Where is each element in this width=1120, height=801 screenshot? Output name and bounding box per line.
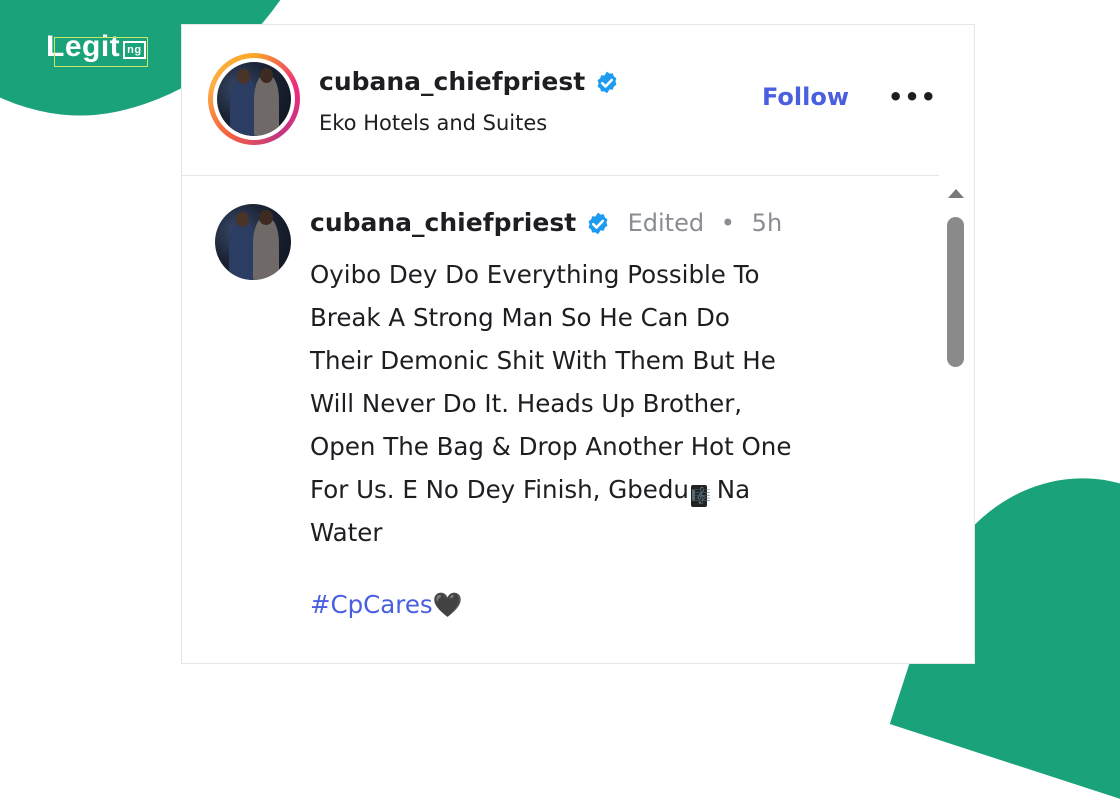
scroll-up-arrow-icon[interactable] <box>948 189 964 198</box>
comment-header: cubana_chiefpriest Edited • 5h <box>310 208 782 237</box>
verified-badge-icon <box>588 212 608 235</box>
caption-line: Open The Bag & Drop Another Hot One <box>310 432 792 461</box>
black-heart-emoji: 🖤 <box>432 591 463 619</box>
caption-line: Break A Strong Man So He Can Do <box>310 303 730 332</box>
comment-avatar[interactable] <box>215 204 291 280</box>
logo-tld: ng <box>123 41 146 59</box>
caption-line-text: For Us. E No Dey Finish, Gbedu <box>310 475 689 504</box>
comment-username[interactable]: cubana_chiefpriest <box>310 208 576 237</box>
caption-text: Oyibo Dey Do Everything Possible To Brea… <box>310 253 910 554</box>
avatar[interactable] <box>217 62 291 136</box>
instagram-post-card: cubana_chiefpriest Eko Hotels and Suites… <box>181 24 975 664</box>
post-username-text: cubana_chiefpriest <box>319 67 586 96</box>
hashtag-text: #CpCares <box>310 590 433 619</box>
hashtag-link[interactable]: #CpCares🖤 <box>310 590 463 619</box>
scrollbar[interactable] <box>944 185 966 665</box>
caption-line: Oyibo Dey Do Everything Possible To <box>310 260 760 289</box>
caption-line: For Us. E No Dey Finish, Gbedu 🎼 Na <box>310 475 751 507</box>
edited-label: Edited <box>627 209 705 237</box>
scroll-thumb[interactable] <box>947 217 964 367</box>
music-score-emoji: 🎼 <box>690 485 711 507</box>
caption-line: Will Never Do It. Heads Up Brother, <box>310 389 743 418</box>
caption-comment: cubana_chiefpriest Edited • 5h Oyibo Dey… <box>182 176 939 666</box>
more-options-icon[interactable]: ••• <box>888 83 937 111</box>
verified-badge-icon <box>597 71 617 94</box>
post-username[interactable]: cubana_chiefpriest <box>319 67 620 96</box>
caption-line: Their Demonic Shit With Them But He <box>310 346 776 375</box>
follow-button[interactable]: Follow <box>762 83 849 111</box>
meta-separator: • <box>720 209 735 237</box>
comment-time[interactable]: 5h <box>752 209 782 237</box>
post-location[interactable]: Eko Hotels and Suites <box>319 111 547 135</box>
caption-line-text: Na <box>708 475 751 504</box>
post-header: cubana_chiefpriest Eko Hotels and Suites… <box>182 25 974 175</box>
legit-logo: Legit ng <box>46 30 148 67</box>
caption-line: Water <box>310 518 383 547</box>
